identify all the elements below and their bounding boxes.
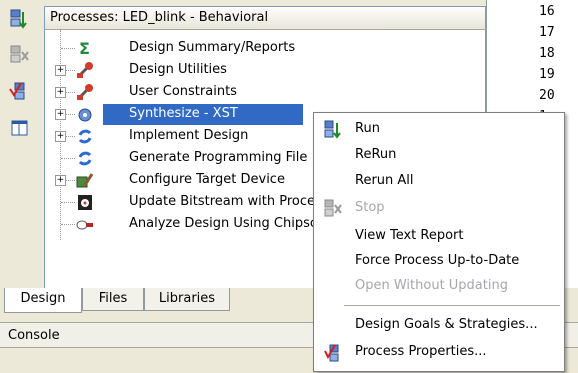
tab-files[interactable]: Files (82, 288, 144, 311)
menu-item-label: Run (355, 121, 380, 136)
menu-item-label: Open Without Updating (355, 278, 508, 293)
menu-item-view-text-report[interactable]: View Text Report (314, 224, 564, 249)
menu-item-force-process-up-to-date[interactable]: Force Process Up-to-Date (314, 249, 564, 274)
process-properties-icon[interactable] (9, 80, 31, 102)
svg-text:Σ: Σ (79, 39, 90, 58)
run-process-icon (324, 120, 344, 139)
process-item-label: Configure Target Device (129, 172, 285, 187)
menu-separator (344, 305, 560, 306)
expand-icon[interactable]: + (55, 87, 66, 98)
menu-item-process-properties[interactable]: Process Properties... (314, 340, 564, 365)
process-item-label: Synthesize - XST (129, 106, 238, 121)
cycle-arrows-icon (75, 127, 95, 146)
process-properties-icon (324, 343, 344, 362)
menu-item-label: Stop (355, 200, 385, 215)
menu-item-stop: Stop (314, 196, 564, 221)
tools-icon (75, 61, 95, 80)
line-number: 18 (539, 46, 555, 61)
menu-item-label: Design Goals & Strategies... (355, 317, 538, 332)
cycle-arrows-icon (75, 149, 95, 168)
process-toolbar (0, 0, 44, 290)
menu-item-label: ReRun (355, 147, 397, 162)
expand-icon[interactable]: + (55, 109, 66, 120)
process-item-label: Design Utilities (129, 62, 227, 77)
processes-panel-title: Processes: LED_blink - Behavioral (45, 7, 485, 30)
run-process-icon[interactable] (9, 8, 31, 30)
process-tree-item[interactable]: + Design Utilities (45, 60, 485, 81)
console-label: Console (8, 328, 60, 343)
chip-pencil-icon (75, 171, 95, 190)
line-number: 19 (539, 67, 555, 82)
process-item-label: User Constraints (129, 84, 237, 99)
menu-item-rerun-all[interactable]: Rerun All (314, 169, 564, 194)
process-item-label: Analyze Design Using Chipsc (129, 216, 317, 231)
menu-item-open-without-updating: Open Without Updating (314, 274, 564, 299)
expand-icon[interactable]: + (55, 175, 66, 186)
expand-icon[interactable]: + (55, 131, 66, 142)
menu-item-run[interactable]: Run (314, 117, 564, 142)
menu-item-label: Process Properties... (355, 344, 487, 359)
line-number: 16 (539, 4, 555, 19)
disk-icon (75, 193, 95, 212)
stop-process-icon[interactable] (9, 44, 31, 66)
expand-icon[interactable]: + (55, 65, 66, 76)
tab-design[interactable]: Design (4, 288, 82, 313)
line-number: 20 (539, 88, 555, 103)
sigma-icon: Σ (75, 39, 95, 58)
line-number: 17 (539, 25, 555, 40)
menu-item-design-goals-strategies[interactable]: Design Goals & Strategies... (314, 313, 564, 338)
stop-process-icon (324, 199, 344, 218)
gear-icon (75, 105, 95, 124)
panel-layout-icon[interactable] (9, 118, 31, 140)
menu-item-label: View Text Report (355, 228, 464, 243)
process-tree-item[interactable]: + User Constraints (45, 82, 485, 103)
menu-item-rerun[interactable]: ReRun (314, 143, 564, 168)
process-item-label: Design Summary/Reports (129, 40, 296, 55)
menu-item-label: Rerun All (355, 173, 414, 188)
probe-icon (75, 215, 95, 234)
process-item-label: Generate Programming File (129, 150, 308, 165)
process-item-label: Update Bitstream with Proces (129, 194, 322, 209)
tab-libraries[interactable]: Libraries (144, 288, 230, 311)
menu-item-label: Force Process Up-to-Date (355, 253, 520, 268)
process-item-label: Implement Design (129, 128, 249, 143)
context-menu: Run ReRun Rerun All Stop View Text Report For… (313, 112, 565, 372)
process-tree-item[interactable]: Σ Design Summary/Reports (45, 38, 485, 59)
tools-icon (75, 83, 95, 102)
